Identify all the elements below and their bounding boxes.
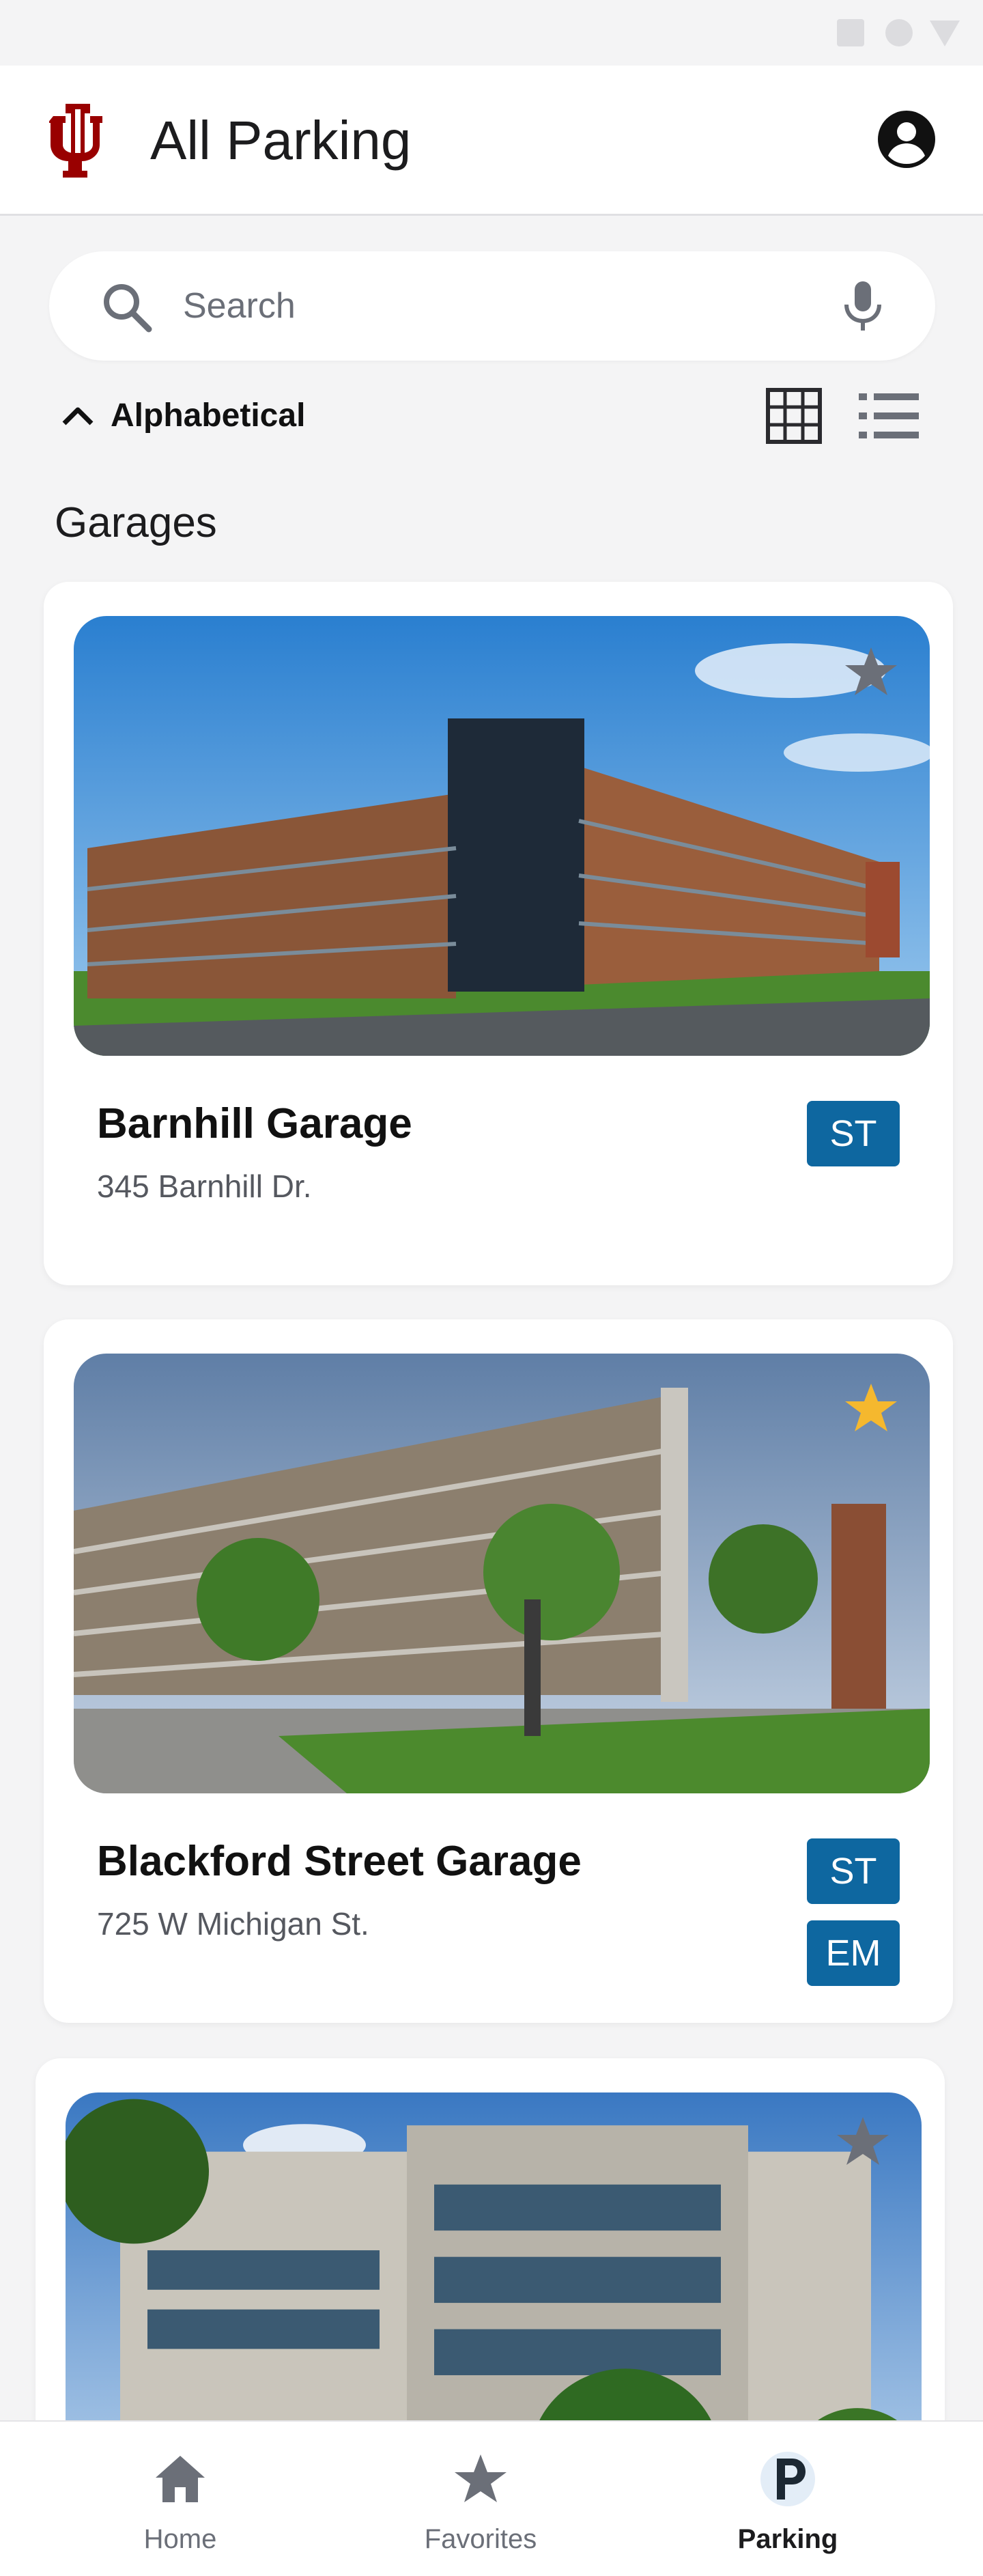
star-icon bbox=[455, 2454, 507, 2502]
search-input[interactable] bbox=[183, 277, 797, 335]
sort-label: Alphabetical bbox=[111, 397, 306, 434]
garage-card[interactable]: Blackford Street Garage 725 W Michigan S… bbox=[44, 1319, 953, 2023]
garage-photo bbox=[74, 616, 930, 1056]
nav-item-parking[interactable]: Parking bbox=[685, 2422, 890, 2576]
nav-label-home: Home bbox=[143, 2524, 217, 2554]
grid-view-icon[interactable] bbox=[765, 387, 823, 445]
nav-label-parking: Parking bbox=[737, 2524, 838, 2554]
permit-badge-st: ST bbox=[807, 1838, 900, 1904]
parking-icon bbox=[760, 2452, 815, 2506]
garage-address: 725 W Michigan St. bbox=[97, 1906, 369, 1942]
nav-item-home[interactable]: Home bbox=[78, 2422, 283, 2576]
list-view-icon[interactable] bbox=[857, 387, 920, 445]
garage-name: Blackford Street Garage bbox=[97, 1838, 582, 1885]
search-bar[interactable] bbox=[49, 251, 935, 361]
permit-badge-em: EM bbox=[807, 1920, 900, 1986]
iu-trident-logo-icon bbox=[49, 104, 102, 178]
status-square-icon bbox=[837, 19, 864, 46]
garage-card[interactable]: Barnhill Garage 345 Barnhill Dr. ST bbox=[44, 582, 953, 1285]
status-triangle-icon bbox=[930, 20, 960, 46]
app-bar: All Parking bbox=[0, 66, 983, 216]
favorite-star-icon[interactable] bbox=[842, 1380, 900, 1437]
favorite-star-icon[interactable] bbox=[834, 2113, 892, 2170]
search-icon bbox=[104, 284, 152, 333]
garage-address: 345 Barnhill Dr. bbox=[97, 1168, 312, 1204]
status-bar bbox=[0, 0, 983, 66]
account-icon[interactable] bbox=[877, 109, 937, 169]
status-circle-icon bbox=[885, 19, 913, 46]
bottom-navigation: Home Favorites Parking bbox=[0, 2420, 983, 2576]
home-icon bbox=[156, 2456, 205, 2502]
page-title: All Parking bbox=[150, 110, 412, 171]
nav-label-favorites: Favorites bbox=[424, 2524, 537, 2554]
sort-toggle[interactable]: Alphabetical bbox=[59, 391, 305, 440]
microphone-icon[interactable] bbox=[836, 279, 890, 333]
favorite-star-icon[interactable] bbox=[842, 643, 900, 701]
permit-badge-st: ST bbox=[807, 1101, 900, 1166]
garage-photo bbox=[74, 1354, 930, 1793]
nav-item-favorites[interactable]: Favorites bbox=[378, 2422, 583, 2576]
chevron-up-icon bbox=[62, 407, 94, 425]
section-title-garages: Garages bbox=[55, 499, 217, 546]
garage-name: Barnhill Garage bbox=[97, 1100, 412, 1147]
